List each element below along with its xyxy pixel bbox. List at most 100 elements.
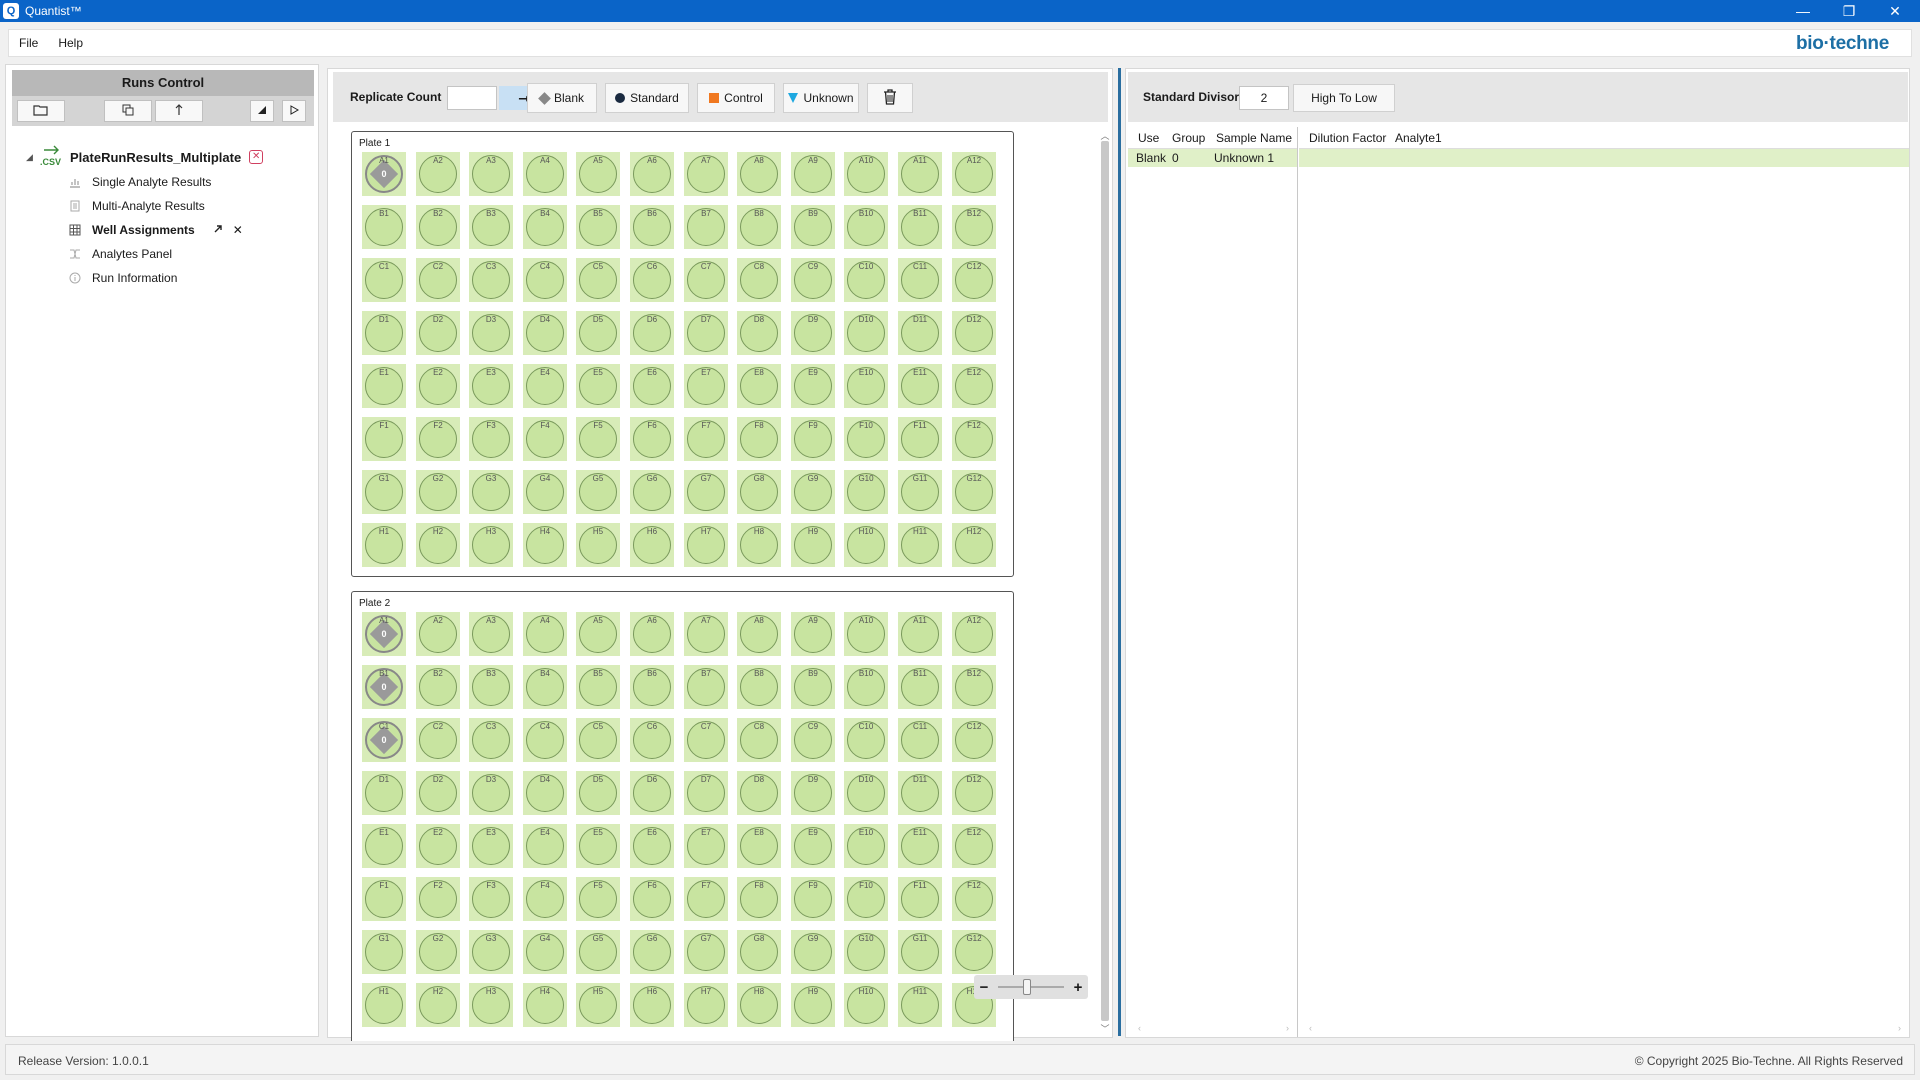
well-h8[interactable]: H8 <box>737 983 781 1027</box>
well-d9[interactable]: D9 <box>791 771 835 815</box>
control-button[interactable]: Control <box>697 83 775 113</box>
well-a5[interactable]: A5 <box>576 152 620 196</box>
well-b1[interactable]: 0 B1 <box>362 665 406 709</box>
well-c4[interactable]: C4 <box>523 258 567 302</box>
unknown-button[interactable]: Unknown <box>783 83 859 113</box>
col-header-sample-name[interactable]: Sample Name <box>1216 131 1292 145</box>
tree-item-analytes-panel[interactable]: Analytes Panel <box>68 243 172 265</box>
well-b3[interactable]: B3 <box>469 665 513 709</box>
well-e9[interactable]: E9 <box>791 364 835 408</box>
well-b6[interactable]: B6 <box>630 665 674 709</box>
well-h8[interactable]: H8 <box>737 523 781 567</box>
well-c11[interactable]: C11 <box>898 258 942 302</box>
col-header-use[interactable]: Use <box>1138 131 1159 145</box>
well-g10[interactable]: G10 <box>844 930 888 974</box>
well-d8[interactable]: D8 <box>737 311 781 355</box>
well-e1[interactable]: E1 <box>362 364 406 408</box>
well-h3[interactable]: H3 <box>469 983 513 1027</box>
well-e4[interactable]: E4 <box>523 364 567 408</box>
well-b4[interactable]: B4 <box>523 205 567 249</box>
well-f2[interactable]: F2 <box>416 877 460 921</box>
well-a3[interactable]: A3 <box>469 612 513 656</box>
tree-item-run-information[interactable]: Run Information <box>68 267 177 289</box>
well-c12[interactable]: C12 <box>952 258 996 302</box>
well-g7[interactable]: G7 <box>684 470 728 514</box>
well-a1[interactable]: 0 A1 <box>362 152 406 196</box>
scroll-right-icon[interactable]: › <box>1898 1023 1901 1033</box>
remove-run-icon[interactable]: ✕ <box>249 150 264 164</box>
well-c8[interactable]: C8 <box>737 258 781 302</box>
well-g2[interactable]: G2 <box>416 470 460 514</box>
close-button[interactable]: ✕ <box>1872 0 1918 22</box>
well-e8[interactable]: E8 <box>737 824 781 868</box>
well-e3[interactable]: E3 <box>469 364 513 408</box>
well-a6[interactable]: A6 <box>630 612 674 656</box>
well-f8[interactable]: F8 <box>737 417 781 461</box>
well-a7[interactable]: A7 <box>684 152 728 196</box>
well-b7[interactable]: B7 <box>684 205 728 249</box>
well-g8[interactable]: G8 <box>737 470 781 514</box>
well-b8[interactable]: B8 <box>737 205 781 249</box>
well-a2[interactable]: A2 <box>416 152 460 196</box>
well-d12[interactable]: D12 <box>952 311 996 355</box>
well-c7[interactable]: C7 <box>684 718 728 762</box>
well-c5[interactable]: C5 <box>576 258 620 302</box>
well-a8[interactable]: A8 <box>737 152 781 196</box>
well-h11[interactable]: H11 <box>898 523 942 567</box>
copy-button[interactable] <box>104 100 152 122</box>
well-e3[interactable]: E3 <box>469 824 513 868</box>
well-f8[interactable]: F8 <box>737 877 781 921</box>
table-row[interactable]: Blank 0 Unknown 1 <box>1128 149 1297 167</box>
well-h7[interactable]: H7 <box>684 983 728 1027</box>
well-c12[interactable]: C12 <box>952 718 996 762</box>
well-h6[interactable]: H6 <box>630 983 674 1027</box>
collapse-button[interactable] <box>250 100 274 122</box>
minimize-button[interactable]: — <box>1780 0 1826 22</box>
well-e8[interactable]: E8 <box>737 364 781 408</box>
well-c5[interactable]: C5 <box>576 718 620 762</box>
well-g9[interactable]: G9 <box>791 930 835 974</box>
well-h3[interactable]: H3 <box>469 523 513 567</box>
well-c10[interactable]: C10 <box>844 258 888 302</box>
well-a3[interactable]: A3 <box>469 152 513 196</box>
well-a4[interactable]: A4 <box>523 612 567 656</box>
well-g6[interactable]: G6 <box>630 930 674 974</box>
scroll-right-icon[interactable]: › <box>1286 1023 1289 1033</box>
well-a9[interactable]: A9 <box>791 612 835 656</box>
well-g6[interactable]: G6 <box>630 470 674 514</box>
scroll-down-icon[interactable]: ﹀ <box>1099 1022 1111 1035</box>
well-b9[interactable]: B9 <box>791 205 835 249</box>
collapse-arrow-icon[interactable]: ◢ <box>26 152 40 163</box>
tree-item-multi-analyte[interactable]: Multi-Analyte Results <box>68 195 205 217</box>
well-b2[interactable]: B2 <box>416 665 460 709</box>
well-f10[interactable]: F10 <box>844 417 888 461</box>
well-d7[interactable]: D7 <box>684 311 728 355</box>
menu-file[interactable]: File <box>9 36 48 50</box>
well-a12[interactable]: A12 <box>952 152 996 196</box>
well-e5[interactable]: E5 <box>576 824 620 868</box>
well-e4[interactable]: E4 <box>523 824 567 868</box>
col-header-dilution-factor[interactable]: Dilution Factor <box>1309 131 1386 145</box>
well-g3[interactable]: G3 <box>469 470 513 514</box>
well-e10[interactable]: E10 <box>844 364 888 408</box>
well-f6[interactable]: F6 <box>630 877 674 921</box>
well-b2[interactable]: B2 <box>416 205 460 249</box>
well-d1[interactable]: D1 <box>362 311 406 355</box>
well-d2[interactable]: D2 <box>416 771 460 815</box>
well-g10[interactable]: G10 <box>844 470 888 514</box>
well-g9[interactable]: G9 <box>791 470 835 514</box>
well-c10[interactable]: C10 <box>844 718 888 762</box>
well-f11[interactable]: F11 <box>898 877 942 921</box>
well-h10[interactable]: H10 <box>844 523 888 567</box>
pop-out-icon[interactable] <box>213 224 223 237</box>
well-f6[interactable]: F6 <box>630 417 674 461</box>
well-a6[interactable]: A6 <box>630 152 674 196</box>
scrollbar-thumb[interactable] <box>1101 141 1109 1021</box>
well-c3[interactable]: C3 <box>469 718 513 762</box>
scroll-left-icon[interactable]: ‹ <box>1309 1023 1312 1033</box>
well-g1[interactable]: G1 <box>362 930 406 974</box>
well-g1[interactable]: G1 <box>362 470 406 514</box>
well-h2[interactable]: H2 <box>416 523 460 567</box>
well-b7[interactable]: B7 <box>684 665 728 709</box>
well-f5[interactable]: F5 <box>576 417 620 461</box>
